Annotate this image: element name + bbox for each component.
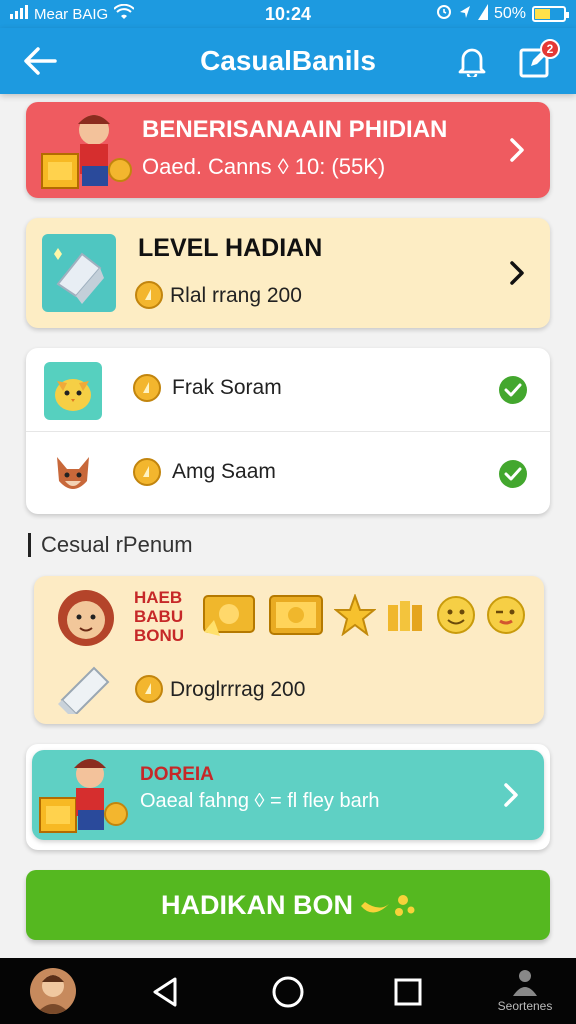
bonus-line: BONU [134, 626, 185, 645]
carrier-info: Mear BAIG [10, 3, 210, 24]
coin-icon [135, 281, 163, 309]
battery-percent: 50% [493, 5, 526, 22]
bonus-card[interactable]: HAEB BABU BONU Droglrrrag 200 [34, 576, 544, 724]
triangle-back-icon [153, 977, 177, 1007]
back-button[interactable] [0, 28, 80, 94]
check-circle-icon [499, 376, 527, 404]
section-header: Cesual rPenum [28, 532, 193, 558]
coin-icon [133, 458, 161, 486]
square-recents-icon [394, 978, 422, 1006]
task-label: Frak Soram [172, 376, 282, 399]
bell-icon [458, 48, 486, 77]
star-icon [334, 594, 376, 636]
lion-icon [58, 590, 114, 646]
tasks-card: Frak Soram Amg Saam [26, 348, 550, 514]
chevron-right-icon [504, 783, 518, 807]
level-card[interactable]: LEVEL HADIAN Rlal rrang 200 [26, 218, 550, 328]
store-label: Seortenes [497, 999, 553, 1013]
carrier-name: Mear BAIG [34, 5, 109, 23]
nav-recents-button[interactable] [388, 972, 428, 1012]
wink-emoji-icon [487, 596, 525, 634]
nav-home-button[interactable] [268, 972, 308, 1012]
status-right: 50% [436, 3, 569, 25]
coin-icon [133, 374, 161, 402]
signal-strength-icon [477, 3, 488, 25]
shopping-bag-icon [513, 970, 537, 996]
battery-icon [532, 6, 569, 22]
rewards-title: BENERISANAAIN PHIDIAN [142, 116, 448, 143]
store-shortcut[interactable]: Seortenes [490, 968, 560, 1013]
alarm-icon [436, 4, 452, 25]
notifications-button[interactable] [454, 43, 490, 79]
avatar[interactable] [30, 968, 76, 1014]
bonus-line: HAEB [134, 588, 183, 607]
bonus-badge: HAEB BABU BONU [134, 588, 184, 645]
level-subtitle: Rlal rrang 200 [170, 284, 302, 307]
claim-bonus-button[interactable]: HADIKAN BON [26, 870, 550, 940]
status-bar: Mear BAIG 10:24 50% [0, 0, 576, 28]
cta-label: HADIKAN BON [161, 889, 353, 920]
section-divider [28, 533, 31, 557]
level-item-icon [42, 234, 116, 312]
bonus-subtitle: Droglrrrag 200 [170, 678, 306, 701]
fox-icon [44, 446, 102, 504]
bonus-line: BABU [134, 607, 184, 626]
cash-stack-icon [269, 595, 323, 635]
chevron-right-icon [510, 138, 524, 162]
notification-badge: 2 [540, 39, 560, 59]
rewards-subtitle: Oaed. Canns ◊ 10: (55K) [142, 154, 386, 179]
promo-title: DOREIA [140, 764, 214, 785]
nav-back-button[interactable] [146, 972, 186, 1012]
promo-card[interactable]: DOREIA Oaeal fahng ◊ = fl fley barh [32, 750, 544, 840]
arrow-left-icon [24, 47, 57, 75]
location-icon [458, 4, 472, 25]
section-title: Cesual rPenum [41, 532, 193, 557]
check-circle-icon [499, 460, 527, 488]
task-label: Amg Saam [172, 460, 276, 483]
wifi-icon [113, 3, 135, 24]
app-bar: CasualBanils 2 [0, 28, 576, 94]
promo-subtitle: Oaeal fahng ◊ = fl fley barh [140, 790, 380, 812]
gold-bars-icon [388, 601, 422, 631]
banana-sparkle-icon [361, 895, 415, 916]
rewards-card[interactable]: BENERISANAAIN PHIDIAN Oaed. Canns ◊ 10: … [26, 102, 550, 198]
level-title: LEVEL HADIAN [138, 234, 323, 262]
cash-bundle-icon [203, 595, 255, 636]
smiley-icon [437, 596, 475, 634]
chick-icon [44, 362, 102, 420]
coin-icon [135, 675, 163, 703]
bonus-items [200, 590, 526, 640]
chevron-right-icon [510, 261, 524, 285]
player-chest-icon [39, 759, 128, 833]
circle-home-icon [272, 976, 304, 1008]
rolled-paper-icon [58, 666, 110, 714]
compose-button[interactable]: 2 [518, 39, 560, 79]
signal-icon [10, 5, 28, 23]
task-row[interactable]: Frak Soram [26, 348, 550, 431]
player-chest-icon [41, 115, 132, 189]
task-row[interactable]: Amg Saam [26, 431, 550, 514]
system-nav-bar: Seortenes [0, 958, 576, 1024]
